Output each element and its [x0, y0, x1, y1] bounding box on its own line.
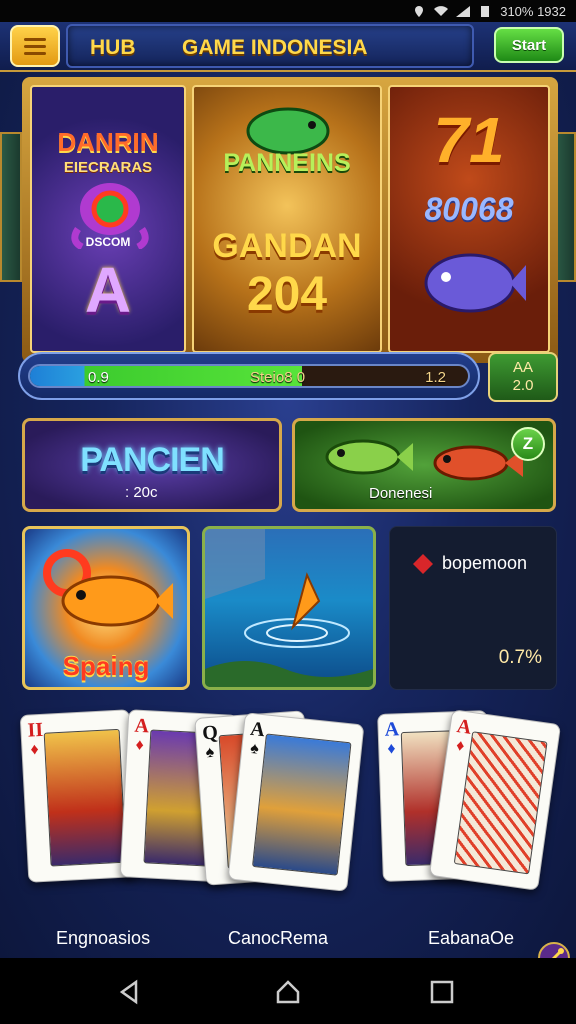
purple-fish-icon: [424, 253, 526, 313]
promo-label: Donenesi: [369, 485, 433, 502]
promo-donenesi[interactable]: Z Donenesi: [292, 418, 556, 512]
banner-subtitle: GANDAN: [212, 227, 362, 265]
card-art: [251, 733, 352, 876]
featured-games-carousel: DANRIN EIECRARAS DSCOM A PANNEINS GANDAN…: [22, 77, 558, 363]
status-bar: 310% 1932: [0, 0, 576, 22]
card-rank: Q: [201, 721, 219, 745]
card-rank: II: [26, 718, 44, 742]
title-plate: HUB GAME INDONESIA: [66, 24, 474, 68]
banner-letter: A: [84, 254, 132, 326]
game-tile-spaing[interactable]: Spaing: [22, 526, 190, 690]
menu-button[interactable]: [10, 25, 60, 67]
card-rank: A: [455, 715, 473, 739]
card-suit: ♠: [249, 739, 260, 758]
card-art: [453, 731, 548, 875]
progress-track: 0.9 Steio8 0 1.2: [28, 364, 470, 388]
card-suit: ♦: [455, 737, 466, 756]
level-badge[interactable]: AA 2.0: [488, 352, 558, 402]
diamond-icon: [413, 554, 433, 574]
card-rank: A: [384, 718, 400, 741]
game-banner-danrin[interactable]: DANRIN EIECRARAS DSCOM A: [30, 85, 186, 353]
card-suit: ♦: [30, 741, 40, 759]
card-caption: CanocRema: [228, 928, 329, 948]
progress-bar: 0.9 Steio8 0 1.2: [18, 352, 480, 400]
wifi-icon: [434, 5, 449, 16]
banner-number: 204: [246, 268, 328, 321]
card-caption: Engnoasios: [56, 928, 151, 948]
signal-icon: [456, 5, 471, 17]
goldfish-icon: [43, 549, 173, 627]
home-icon[interactable]: [274, 978, 302, 1006]
promo-subtitle: : 20c: [125, 484, 158, 501]
start-button[interactable]: Start: [494, 27, 564, 63]
progress-label: Steio8 0: [250, 369, 306, 386]
left-ornament: [0, 132, 22, 282]
splash-fish-icon: [205, 529, 373, 687]
playing-card[interactable]: A ♦: [428, 709, 562, 891]
game-hub-screen: HUB GAME INDONESIA Start DANRIN EIECRARA…: [0, 22, 576, 974]
page-title: GAME INDONESIA: [182, 36, 368, 59]
z-badge: Z: [511, 427, 545, 461]
card-art: [43, 728, 127, 867]
banner-caption: DSCOM: [85, 235, 131, 249]
progress-left-value: 0.9: [88, 369, 109, 386]
level-badge-value: 2.0: [512, 377, 534, 394]
banner-subtitle: 80068: [424, 191, 514, 227]
back-icon[interactable]: [116, 978, 144, 1006]
banner-title: 71: [433, 104, 505, 176]
card-caption: EabanaOe: [428, 928, 515, 948]
card-suit: ♠: [205, 743, 215, 762]
game-banner-71[interactable]: 71 80068: [388, 85, 550, 353]
card-suit: ♦: [135, 736, 145, 755]
panel-label: bopemoon: [442, 553, 528, 573]
banner-subtitle: EIECRARAS: [63, 159, 153, 176]
tile-title: Spaing: [62, 651, 150, 681]
location-icon: [415, 5, 424, 17]
promo-title: PANCIEN: [80, 441, 225, 479]
panel-value: 0.7%: [498, 647, 542, 668]
playing-card[interactable]: A ♠: [227, 712, 365, 892]
banner-title: PANNEINS: [223, 149, 351, 177]
card-rank: A: [249, 717, 266, 742]
green-fish-icon: [325, 439, 413, 475]
banner-title: DANRIN: [57, 127, 159, 157]
card-suit: ♦: [387, 740, 396, 758]
battery-icon: [481, 5, 490, 17]
level-badge-title: AA: [512, 359, 533, 376]
menu-icon: [24, 37, 46, 41]
game-tile-water[interactable]: [202, 526, 376, 690]
top-bar: HUB GAME INDONESIA Start: [0, 22, 576, 72]
system-nav-bar: [0, 958, 576, 1024]
hub-label: HUB: [90, 36, 136, 59]
recents-icon[interactable]: [428, 978, 456, 1006]
progress-right-value: 1.2: [425, 369, 446, 386]
card-rank: A: [134, 714, 150, 738]
promo-pancien[interactable]: PANCIEN : 20c: [22, 418, 282, 512]
bopemoon-panel[interactable]: bopemoon 0.7%: [389, 526, 557, 690]
status-time: 310% 1932: [500, 3, 566, 19]
game-banner-gandan[interactable]: PANNEINS GANDAN 204: [192, 85, 382, 353]
